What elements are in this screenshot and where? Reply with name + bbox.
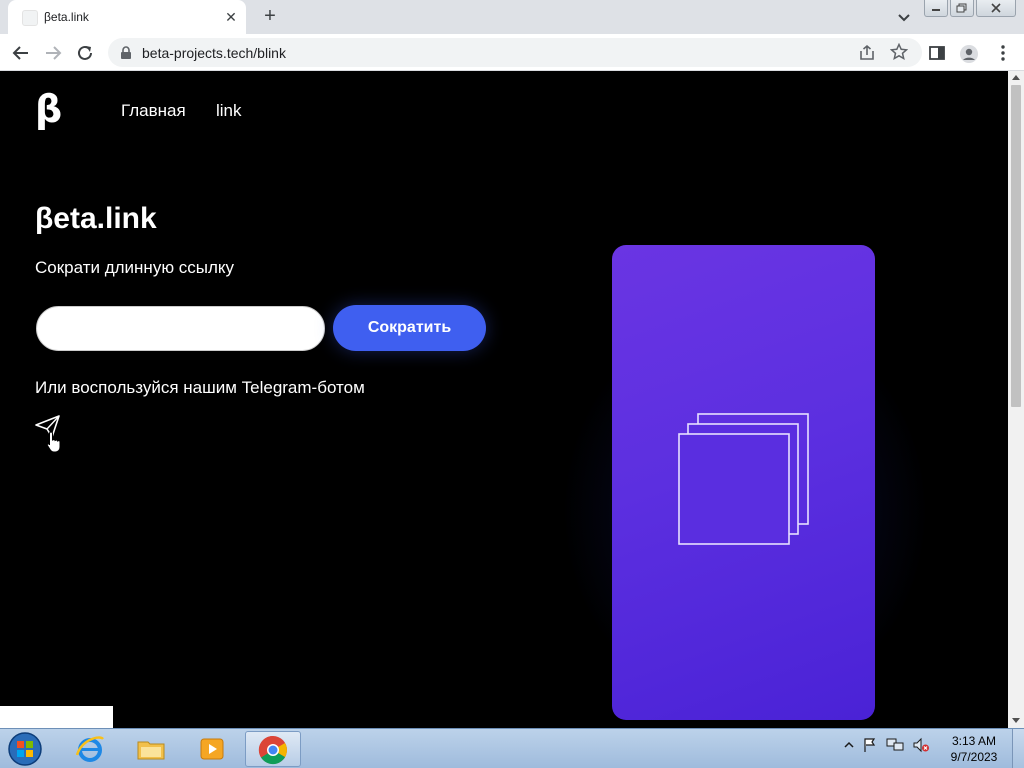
reload-button[interactable]	[72, 40, 98, 66]
browser-toolbar: beta-projects.tech/blink	[0, 34, 1024, 71]
tab-title: βeta.link	[44, 10, 89, 24]
network-icon[interactable]	[886, 737, 904, 753]
hero-subtitle: Сократи длинную ссылку	[35, 258, 235, 277]
nav-item-link[interactable]: link	[216, 101, 242, 121]
taskbar-internet-explorer[interactable]	[62, 731, 118, 767]
scroll-thumb[interactable]	[1011, 85, 1021, 407]
tray-expand-icon[interactable]	[844, 740, 854, 750]
profile-icon	[960, 45, 978, 63]
close-icon	[991, 3, 1001, 13]
page-title: βeta.link	[35, 202, 157, 235]
scroll-up-arrow-icon[interactable]	[1012, 75, 1020, 80]
tab-strip: βeta.link ✕ +	[0, 0, 1024, 34]
url-input[interactable]	[36, 306, 325, 351]
clock-time: 3:13 AM	[951, 734, 997, 748]
action-center-flag-icon[interactable]	[862, 737, 878, 753]
window-controls	[924, 0, 1016, 18]
url-text: beta-projects.tech/blink	[142, 45, 286, 61]
taskbar-clock[interactable]: 3:13 AM 9/7/2023	[944, 733, 1004, 765]
side-panel-icon	[929, 46, 945, 60]
star-icon[interactable]	[890, 43, 908, 61]
vertical-scrollbar[interactable]	[1008, 71, 1024, 728]
reload-icon	[78, 45, 92, 60]
new-tab-button[interactable]: +	[258, 4, 282, 28]
lock-icon	[121, 46, 131, 59]
arrow-right-icon	[46, 46, 62, 60]
restore-icon	[956, 3, 967, 13]
hand-cursor-icon	[46, 431, 61, 453]
minimize-button[interactable]	[924, 0, 948, 17]
forward-button[interactable]	[40, 40, 66, 66]
stacked-pages-icon	[678, 413, 809, 545]
close-window-button[interactable]	[976, 0, 1016, 17]
favicon-icon	[22, 10, 38, 26]
start-button-icon[interactable]	[6, 731, 44, 767]
media-player-icon	[200, 738, 224, 760]
arrow-left-icon	[12, 46, 28, 60]
chevron-down-icon	[898, 14, 910, 22]
clock-date: 9/7/2023	[950, 750, 998, 764]
volume-muted-icon[interactable]	[912, 737, 930, 753]
side-panel-button[interactable]	[924, 40, 950, 66]
phone-illustration-card	[612, 245, 875, 720]
chrome-icon	[258, 735, 287, 765]
file-explorer-icon	[137, 741, 165, 760]
address-bar[interactable]: beta-projects.tech/blink	[108, 38, 922, 67]
site-logo[interactable]: β	[35, 86, 62, 132]
minimize-icon	[932, 9, 940, 11]
tab-search-button[interactable]	[893, 7, 915, 27]
nav-item-home[interactable]: Главная	[121, 101, 186, 121]
taskbar-file-explorer[interactable]	[123, 731, 179, 767]
browser-tab[interactable]: βeta.link ✕	[8, 0, 246, 34]
restore-button[interactable]	[950, 0, 974, 17]
system-tray	[844, 737, 930, 753]
back-button[interactable]	[8, 40, 34, 66]
white-overlay-block	[0, 706, 113, 728]
taskbar-chrome[interactable]	[245, 731, 301, 767]
profile-button[interactable]	[956, 40, 982, 66]
shorten-button[interactable]: Сократить	[333, 305, 486, 351]
taskbar-media-player[interactable]	[184, 731, 240, 767]
taskbar: 3:13 AM 9/7/2023	[0, 728, 1024, 768]
show-desktop-button[interactable]	[1012, 729, 1024, 768]
page-viewport: β Главная link βeta.link Сократи длинную…	[0, 71, 1008, 728]
scroll-down-arrow-icon[interactable]	[1012, 718, 1020, 723]
tab-close-button[interactable]: ✕	[222, 8, 240, 26]
internet-explorer-icon	[75, 736, 104, 762]
telegram-text: Или воспользуйся нашим Telegram-ботом	[35, 378, 365, 397]
share-icon[interactable]	[858, 44, 876, 62]
browser-menu-button[interactable]	[990, 40, 1016, 66]
kebab-menu-icon	[1001, 45, 1005, 61]
